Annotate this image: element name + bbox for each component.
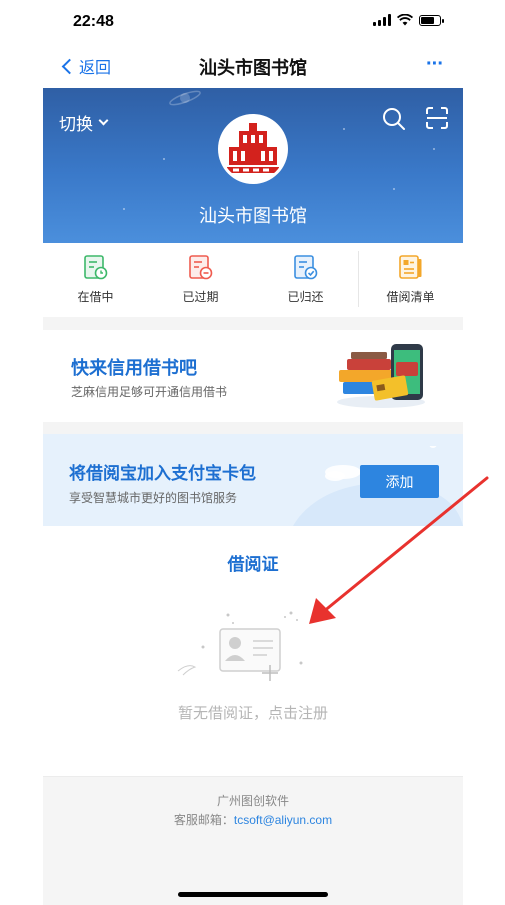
signal-icon [373, 14, 391, 26]
chevron-down-icon [98, 115, 109, 126]
more-button[interactable]: ··· [426, 54, 444, 74]
section-gap [43, 422, 463, 434]
books-phone-illustration-icon [337, 344, 425, 408]
alipay-card-subtitle: 享受智慧城市更好的图书馆服务 [69, 491, 238, 505]
tab-returned[interactable]: 已归还 [253, 243, 358, 317]
tab-borrowing[interactable]: 在借中 [43, 243, 148, 317]
planet-decoration-icon [169, 90, 201, 106]
tab-borrow-list[interactable]: 借阅清单 [358, 243, 463, 317]
credit-card-subtitle: 芝麻信用足够可开通信用借书 [71, 385, 228, 399]
list-doc-icon [398, 255, 421, 279]
home-indicator[interactable] [178, 892, 328, 897]
scan-icon[interactable] [425, 106, 449, 130]
tab-returned-label: 已归还 [287, 290, 324, 304]
library-logo [218, 114, 288, 184]
tab-borrow-list-label: 借阅清单 [386, 290, 435, 304]
alipay-card-title: 将借阅宝加入支付宝卡包 [69, 464, 256, 483]
tab-overdue-label: 已过期 [182, 290, 219, 304]
check-doc-icon [293, 255, 317, 280]
nav-bar: 返回 汕头市图书馆 ··· [43, 44, 463, 88]
clock-doc-icon [83, 255, 107, 280]
phone-screen: 22:48 返回 汕头市图书馆 ··· 切换 汕头市图书馆 在借中 已过期 已归… [43, 0, 463, 905]
library-name: 汕头市图书馆 [199, 206, 307, 226]
battery-icon [419, 14, 444, 26]
footer-email-row: 客服邮箱：tcsoft@aliyun.com [43, 811, 463, 828]
credit-card-title: 快来信用借书吧 [71, 358, 197, 378]
footer: 广州图创软件 客服邮箱：tcsoft@aliyun.com [43, 776, 463, 905]
status-time: 22:48 [73, 13, 114, 30]
switch-library-button[interactable]: 切换 [59, 110, 109, 135]
section-gap [43, 317, 463, 330]
credit-borrow-card[interactable]: 快来信用借书吧 芝麻信用足够可开通信用借书 [43, 330, 463, 422]
library-banner: 切换 汕头市图书馆 [43, 88, 463, 243]
library-card-section-title: 借阅证 [227, 555, 279, 574]
empty-card-register-link[interactable]: 暂无借阅证，点击注册 [43, 702, 463, 723]
borrow-status-tabs: 在借中 已过期 已归还 借阅清单 [43, 243, 463, 317]
footer-email-label: 客服邮箱： [173, 813, 234, 827]
minus-doc-icon [188, 255, 212, 280]
page-title: 汕头市图书馆 [199, 58, 307, 78]
switch-label: 切换 [59, 115, 93, 134]
status-bar: 22:48 [43, 0, 463, 44]
tab-borrowing-label: 在借中 [77, 290, 114, 304]
empty-card-illustration-icon [177, 611, 303, 681]
alipay-card-banner: 将借阅宝加入支付宝卡包 享受智慧城市更好的图书馆服务 添加 [43, 434, 463, 526]
tab-overdue[interactable]: 已过期 [148, 243, 253, 317]
support-email-link[interactable]: tcsoft@aliyun.com [234, 813, 332, 827]
search-icon[interactable] [381, 106, 407, 132]
tab-divider [358, 251, 359, 307]
footer-company: 广州图创软件 [216, 794, 289, 808]
library-building-logo-icon [221, 117, 285, 181]
wifi-icon [397, 14, 413, 26]
status-icons [373, 14, 444, 26]
add-to-alipay-button[interactable]: 添加 [360, 465, 439, 498]
